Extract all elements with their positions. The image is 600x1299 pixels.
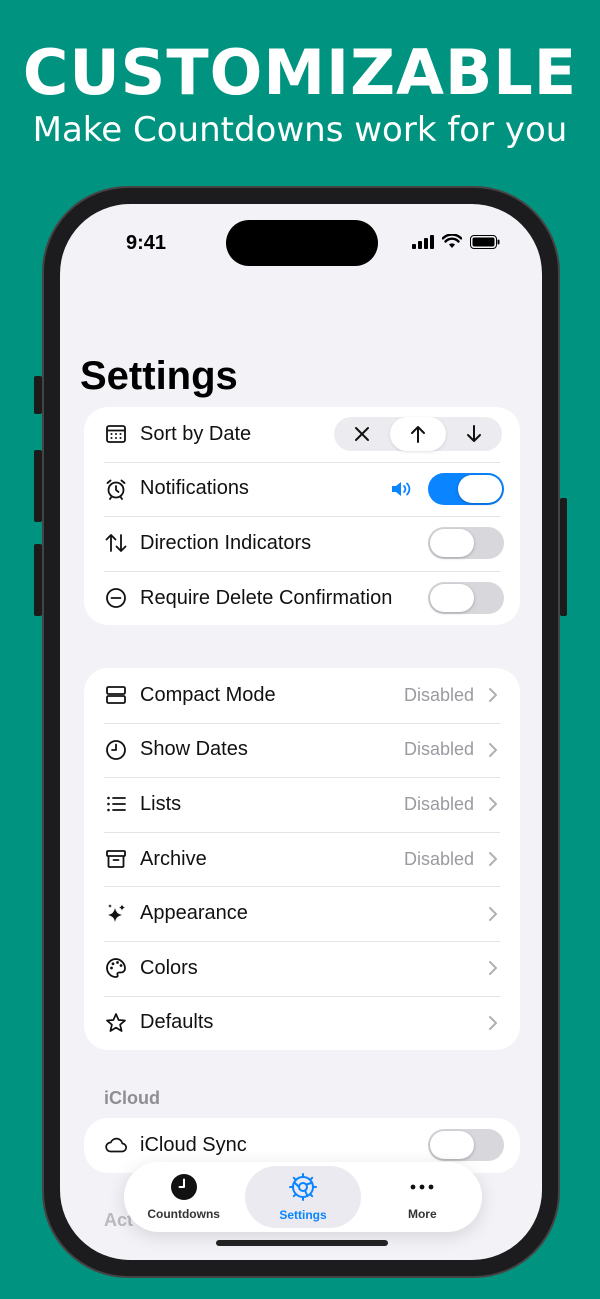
sort-descending-option[interactable] bbox=[446, 417, 502, 451]
setting-direction-indicators: Direction Indicators bbox=[84, 516, 520, 571]
power-button bbox=[560, 498, 567, 616]
chevron-right-icon bbox=[489, 961, 497, 976]
status-time: 9:41 bbox=[126, 232, 167, 254]
tab-more[interactable]: More bbox=[365, 1166, 480, 1228]
setting-compact-mode[interactable]: Compact Mode Disabled bbox=[84, 668, 520, 723]
chevron-right-icon bbox=[489, 1015, 497, 1030]
direction-indicators-label: Direction Indicators bbox=[140, 531, 312, 554]
settings-card-general: Sort by Date Notifications Direction Ind… bbox=[84, 407, 520, 626]
promo-subhead: Make Countdowns work for you bbox=[32, 110, 568, 150]
chevron-right-icon bbox=[489, 688, 497, 703]
archive-label: Archive bbox=[140, 847, 207, 870]
icloud-sync-toggle[interactable] bbox=[428, 1129, 504, 1162]
delete-confirmation-label: Require Delete Confirmation bbox=[140, 586, 393, 609]
sort-label: Sort by Date bbox=[140, 422, 252, 445]
chevron-right-icon bbox=[489, 852, 497, 867]
sort-ascending-option[interactable] bbox=[390, 417, 446, 452]
clock-icon bbox=[104, 738, 128, 762]
battery-icon bbox=[470, 234, 500, 249]
notifications-label: Notifications bbox=[140, 477, 249, 500]
sparkles-icon bbox=[104, 902, 128, 926]
ellipsis-icon bbox=[410, 1184, 434, 1190]
setting-notifications: Notifications bbox=[84, 461, 520, 517]
tab-bar: Countdowns Settings More bbox=[124, 1162, 482, 1232]
sort-order-segmented-control bbox=[334, 417, 502, 452]
settings-card-display: Compact Mode Disabled Show Dates Disable… bbox=[84, 668, 520, 1051]
setting-defaults[interactable]: Defaults bbox=[84, 995, 520, 1051]
archive-value: Disabled bbox=[403, 848, 474, 869]
lists-value: Disabled bbox=[403, 793, 474, 814]
close-icon bbox=[355, 427, 369, 442]
phone-screen: 9:41 Settings Sort by Date Notifications… bbox=[60, 204, 542, 1260]
colors-label: Colors bbox=[140, 956, 198, 979]
arrow-up-icon bbox=[411, 426, 425, 444]
delete-confirmation-toggle[interactable] bbox=[428, 582, 504, 615]
chevron-right-icon bbox=[489, 797, 497, 812]
defaults-label: Defaults bbox=[140, 1011, 214, 1034]
page-title: Settings bbox=[80, 354, 238, 398]
compact-mode-label: Compact Mode bbox=[140, 683, 276, 706]
phone-frame: 9:41 Settings Sort by Date Notifications… bbox=[42, 186, 560, 1278]
lists-label: Lists bbox=[140, 792, 182, 815]
tab-more-label: More bbox=[407, 1207, 437, 1221]
setting-archive[interactable]: Archive Disabled bbox=[84, 831, 520, 887]
tab-settings[interactable]: Settings bbox=[245, 1166, 361, 1228]
arrow-down-icon bbox=[467, 425, 481, 443]
list-icon bbox=[104, 792, 128, 816]
icloud-section-header: iCloud bbox=[104, 1088, 160, 1108]
clock-filled-icon bbox=[170, 1174, 197, 1200]
promo-headline: CUSTOMIZABLE bbox=[22, 36, 578, 109]
setting-sort-by-date: Sort by Date bbox=[84, 407, 520, 462]
setting-colors[interactable]: Colors bbox=[84, 940, 520, 996]
cellular-signal-icon bbox=[412, 234, 434, 249]
volume-up-button bbox=[34, 450, 42, 522]
star-icon bbox=[104, 1011, 128, 1035]
setting-show-dates[interactable]: Show Dates Disabled bbox=[84, 722, 520, 778]
icloud-sync-label: iCloud Sync bbox=[140, 1133, 247, 1156]
setting-require-delete-confirmation: Require Delete Confirmation bbox=[84, 570, 520, 626]
calendar-icon bbox=[104, 422, 128, 446]
home-indicator bbox=[216, 1240, 388, 1246]
sort-none-option[interactable] bbox=[334, 417, 390, 451]
chevron-right-icon bbox=[489, 742, 497, 757]
wifi-icon bbox=[442, 234, 462, 248]
direction-indicators-toggle[interactable] bbox=[428, 527, 504, 560]
up-down-arrows-icon bbox=[104, 531, 128, 555]
dynamic-island bbox=[226, 220, 378, 266]
gear-icon bbox=[288, 1173, 317, 1201]
alarm-clock-icon bbox=[104, 477, 128, 501]
speaker-wave-icon[interactable] bbox=[390, 479, 416, 504]
volume-down-button bbox=[34, 544, 42, 616]
appearance-label: Appearance bbox=[140, 902, 248, 925]
palette-icon bbox=[104, 956, 128, 980]
setting-appearance[interactable]: Appearance bbox=[84, 886, 520, 941]
show-dates-label: Show Dates bbox=[140, 738, 248, 761]
archive-box-icon bbox=[104, 847, 128, 871]
compact-mode-value: Disabled bbox=[403, 684, 474, 705]
show-dates-value: Disabled bbox=[403, 739, 474, 760]
status-icons bbox=[412, 234, 500, 249]
cloud-icon bbox=[104, 1133, 128, 1157]
setting-lists[interactable]: Lists Disabled bbox=[84, 777, 520, 832]
rows-icon bbox=[104, 683, 128, 707]
chevron-right-icon bbox=[489, 906, 497, 921]
minus-circle-icon bbox=[104, 586, 128, 610]
tab-countdowns-label: Countdowns bbox=[147, 1207, 220, 1221]
tab-countdowns[interactable]: Countdowns bbox=[126, 1166, 241, 1228]
action-button bbox=[34, 376, 42, 414]
notifications-toggle[interactable] bbox=[428, 472, 504, 505]
tab-settings-label: Settings bbox=[279, 1208, 327, 1222]
